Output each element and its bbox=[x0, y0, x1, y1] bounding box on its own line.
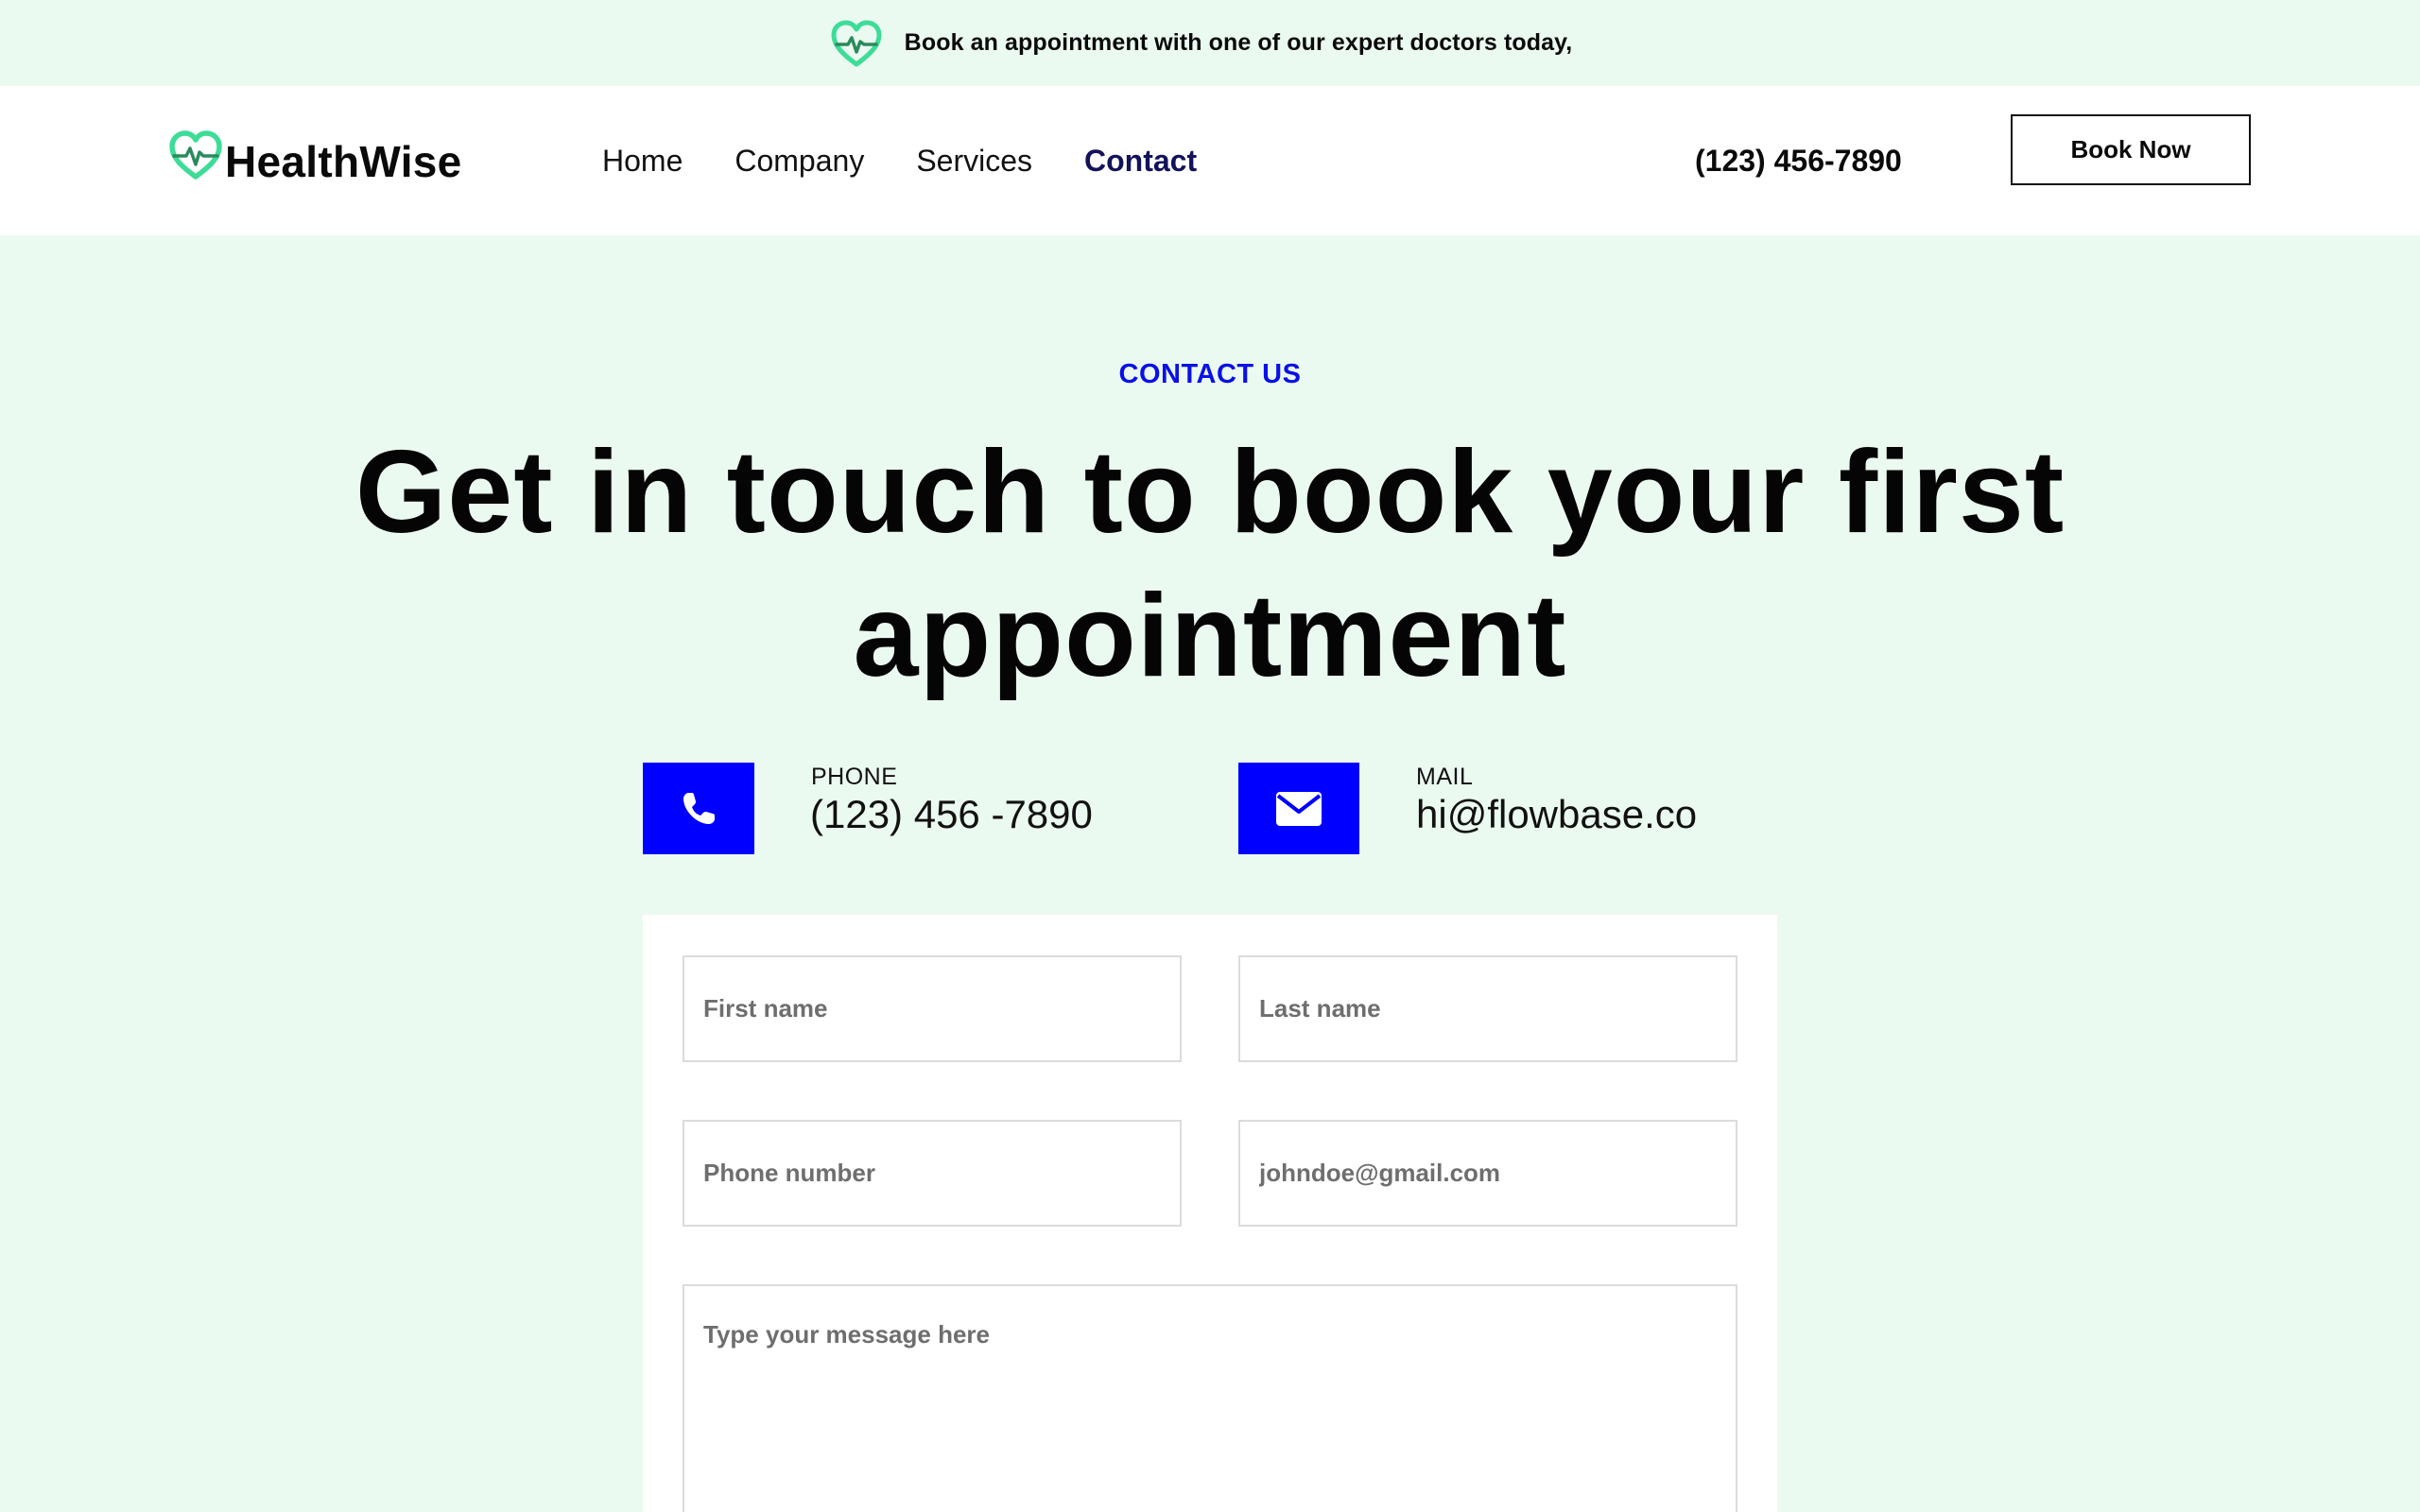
contact-form bbox=[643, 915, 1777, 1512]
main-nav: Home Company Services Contact bbox=[602, 86, 1249, 235]
section-eyebrow: CONTACT US bbox=[1118, 359, 1302, 389]
first-name-input[interactable] bbox=[683, 955, 1182, 1062]
heart-pulse-icon bbox=[831, 20, 882, 66]
email-input[interactable] bbox=[1238, 1120, 1737, 1227]
logo-text: HealthWise bbox=[225, 137, 462, 186]
mail-icon-tile[interactable] bbox=[1238, 763, 1359, 854]
last-name-input[interactable] bbox=[1238, 955, 1737, 1062]
nav-link-home[interactable]: Home bbox=[602, 144, 683, 179]
mail-value[interactable]: hi@flowbase.co bbox=[1416, 792, 1697, 837]
phone-number-input[interactable] bbox=[683, 1120, 1182, 1227]
heart-pulse-icon bbox=[169, 130, 222, 180]
message-textarea[interactable] bbox=[683, 1284, 1737, 1512]
navbar: HealthWise Home Company Services Contact… bbox=[0, 86, 2420, 235]
phone-icon bbox=[683, 792, 715, 824]
nav-link-contact[interactable]: Contact bbox=[1084, 144, 1197, 179]
nav-link-company[interactable]: Company bbox=[735, 144, 864, 179]
page-title: Get in touch to book your first appointm… bbox=[354, 427, 2066, 701]
nav-phone-number[interactable]: (123) 456-7890 bbox=[1695, 86, 1902, 235]
announcement-text: Book an appointment with one of our expe… bbox=[904, 29, 1573, 56]
phone-icon-tile[interactable] bbox=[643, 763, 754, 854]
mail-label: MAIL bbox=[1416, 764, 1474, 790]
nav-link-services[interactable]: Services bbox=[916, 144, 1032, 179]
logo[interactable]: HealthWise bbox=[168, 119, 462, 204]
announcement-bar: Book an appointment with one of our expe… bbox=[0, 0, 2420, 86]
envelope-icon bbox=[1276, 791, 1322, 826]
phone-label: PHONE bbox=[811, 764, 898, 790]
book-now-button[interactable]: Book Now bbox=[2011, 114, 2251, 185]
phone-value[interactable]: (123) 456 -7890 bbox=[810, 792, 1093, 837]
